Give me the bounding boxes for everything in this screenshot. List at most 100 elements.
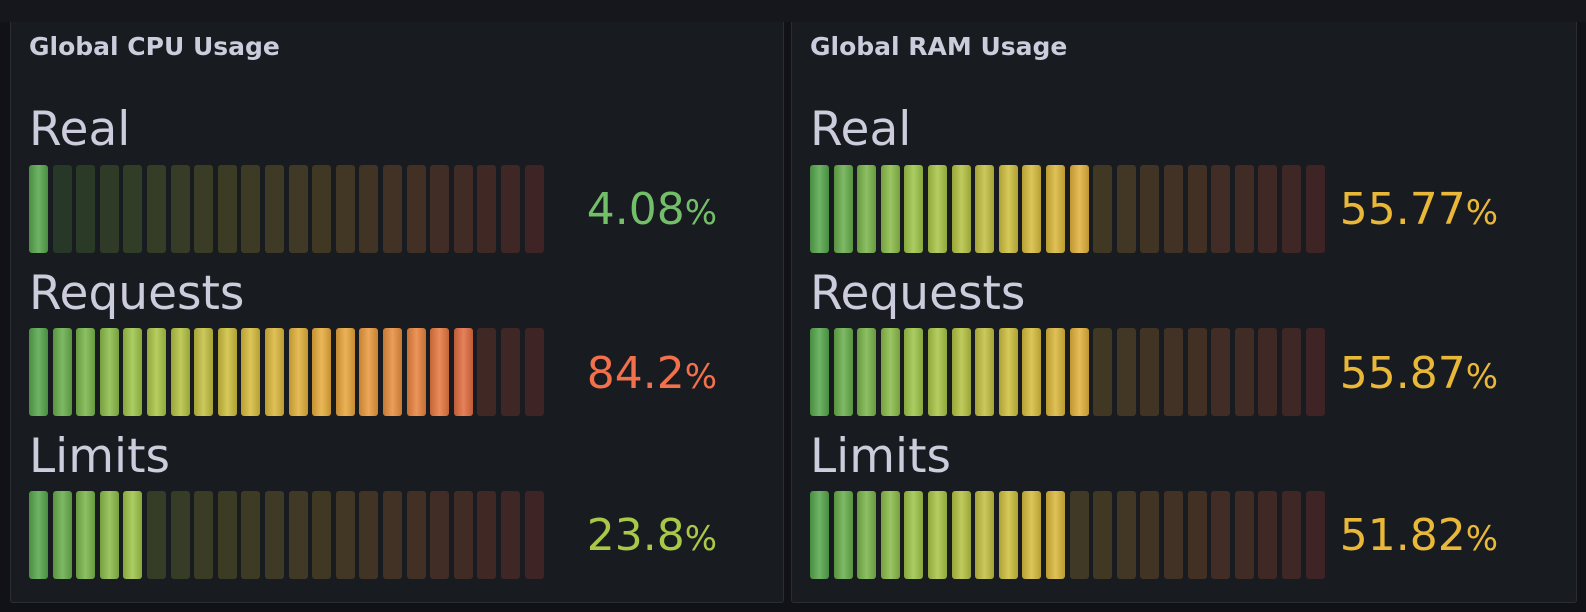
- gauge-segment: [288, 165, 308, 253]
- gauge-segment: [265, 328, 284, 416]
- gauge-segment: [288, 491, 308, 579]
- gauge-segment: [170, 328, 190, 416]
- gauge-segment: [1093, 165, 1113, 253]
- gauge-segment: [998, 328, 1018, 416]
- gauge-segment: [52, 491, 72, 579]
- gauge-value-unit: %: [684, 357, 717, 397]
- gauge-value-unit: %: [684, 193, 717, 233]
- gauge-segment: [123, 328, 143, 416]
- panel-global-ram-usage[interactable]: Global RAM Usage Real 55.77% Requests 55…: [791, 22, 1577, 603]
- gauge-segment: [904, 165, 924, 253]
- gauge-segment: [430, 328, 450, 416]
- gauge-segment: [147, 328, 166, 416]
- gauge-segment: [904, 491, 924, 579]
- gauge-segment: [998, 165, 1018, 253]
- bar-gauge-requests: [29, 328, 549, 416]
- gauge-segment: [1093, 491, 1113, 579]
- gauge-segment: [99, 165, 119, 253]
- gauge-segment: [1116, 491, 1136, 579]
- gauge-segment: [857, 328, 877, 416]
- gauge-segment: [833, 328, 853, 416]
- gauge-segment: [1211, 328, 1231, 416]
- gauge-value-real: 4.08%: [517, 188, 717, 232]
- gauge-segment: [998, 491, 1018, 579]
- gauge-segment: [241, 165, 261, 253]
- gauge-value-number: 55.77: [1339, 184, 1466, 235]
- gauge-segment: [453, 491, 473, 579]
- gauge-value-number: 4.08: [586, 184, 685, 235]
- gauge-segment: [975, 165, 995, 253]
- gauge-label-requests: Requests: [810, 266, 1026, 321]
- gauge-value-requests: 55.87%: [1298, 352, 1498, 396]
- gauge-segment: [1234, 491, 1254, 579]
- gauge-segment: [1069, 328, 1089, 416]
- bar-gauge-limits: [29, 491, 549, 579]
- gauge-value-number: 51.82: [1339, 510, 1466, 561]
- gauge-segment: [217, 491, 237, 579]
- gauge-segment: [147, 165, 166, 253]
- gauge-segment: [406, 165, 426, 253]
- gauge-value-real: 55.77%: [1298, 188, 1498, 232]
- gauge-segment: [880, 491, 900, 579]
- gauge-label-real: Real: [29, 102, 131, 157]
- gauge-segment: [833, 165, 853, 253]
- gauge-segment: [951, 165, 971, 253]
- gauge-segment: [453, 328, 473, 416]
- gauge-segment: [857, 165, 877, 253]
- gauge-segment: [810, 165, 829, 253]
- gauge-segment: [477, 165, 497, 253]
- gauge-segment: [810, 491, 829, 579]
- gauge-segment: [833, 491, 853, 579]
- gauge-segment: [1140, 165, 1160, 253]
- gauge-segment: [1164, 328, 1183, 416]
- gauge-segment: [880, 165, 900, 253]
- gauge-value-number: 23.8: [586, 510, 685, 561]
- gauge-segment: [1046, 328, 1065, 416]
- bar-gauge-real: [810, 165, 1330, 253]
- gauge-segment: [928, 328, 947, 416]
- gauge-segment: [1140, 328, 1160, 416]
- gauge-segment: [29, 165, 48, 253]
- gauge-segment: [265, 165, 284, 253]
- gauge-segment: [76, 165, 96, 253]
- gauge-segment: [76, 328, 96, 416]
- gauge-value-limits: 51.82%: [1298, 514, 1498, 558]
- gauge-segment: [430, 491, 450, 579]
- gauge-segment: [288, 328, 308, 416]
- gauge-segment: [217, 165, 237, 253]
- gauge-segment: [1069, 165, 1089, 253]
- panel-global-cpu-usage[interactable]: Global CPU Usage Real 4.08% Requests 84.…: [10, 22, 784, 603]
- gauge-segment: [76, 491, 96, 579]
- gauge-segment: [975, 328, 995, 416]
- gauge-label-real: Real: [810, 102, 912, 157]
- gauge-segment: [880, 328, 900, 416]
- gauge-label-limits: Limits: [29, 429, 170, 484]
- gauge-segment: [951, 328, 971, 416]
- gauge-segment: [194, 491, 214, 579]
- gauge-segment: [241, 328, 261, 416]
- gauge-segment: [1022, 491, 1042, 579]
- gauge-segment: [1164, 491, 1183, 579]
- gauge-segment: [1164, 165, 1183, 253]
- gauge-segment: [335, 328, 355, 416]
- gauge-segment: [241, 491, 261, 579]
- gauge-segment: [217, 328, 237, 416]
- gauge-segment: [1187, 328, 1207, 416]
- gauge-segment: [406, 328, 426, 416]
- gauge-value-unit: %: [1465, 519, 1498, 559]
- gauge-segment: [1234, 328, 1254, 416]
- gauge-segment: [1187, 165, 1207, 253]
- gauge-value-requests: 84.2%: [517, 352, 717, 396]
- gauge-value-limits: 23.8%: [517, 514, 717, 558]
- gauge-segment: [1069, 491, 1089, 579]
- gauge-segment: [194, 165, 214, 253]
- gauge-segment: [1258, 328, 1278, 416]
- gauge-segment: [29, 328, 48, 416]
- gauge-segment: [335, 165, 355, 253]
- panel-title: Global CPU Usage: [29, 32, 280, 61]
- gauge-segment: [265, 491, 284, 579]
- gauge-segment: [430, 165, 450, 253]
- gauge-segment: [1211, 491, 1231, 579]
- gauge-segment: [1187, 491, 1207, 579]
- gauge-segment: [477, 328, 497, 416]
